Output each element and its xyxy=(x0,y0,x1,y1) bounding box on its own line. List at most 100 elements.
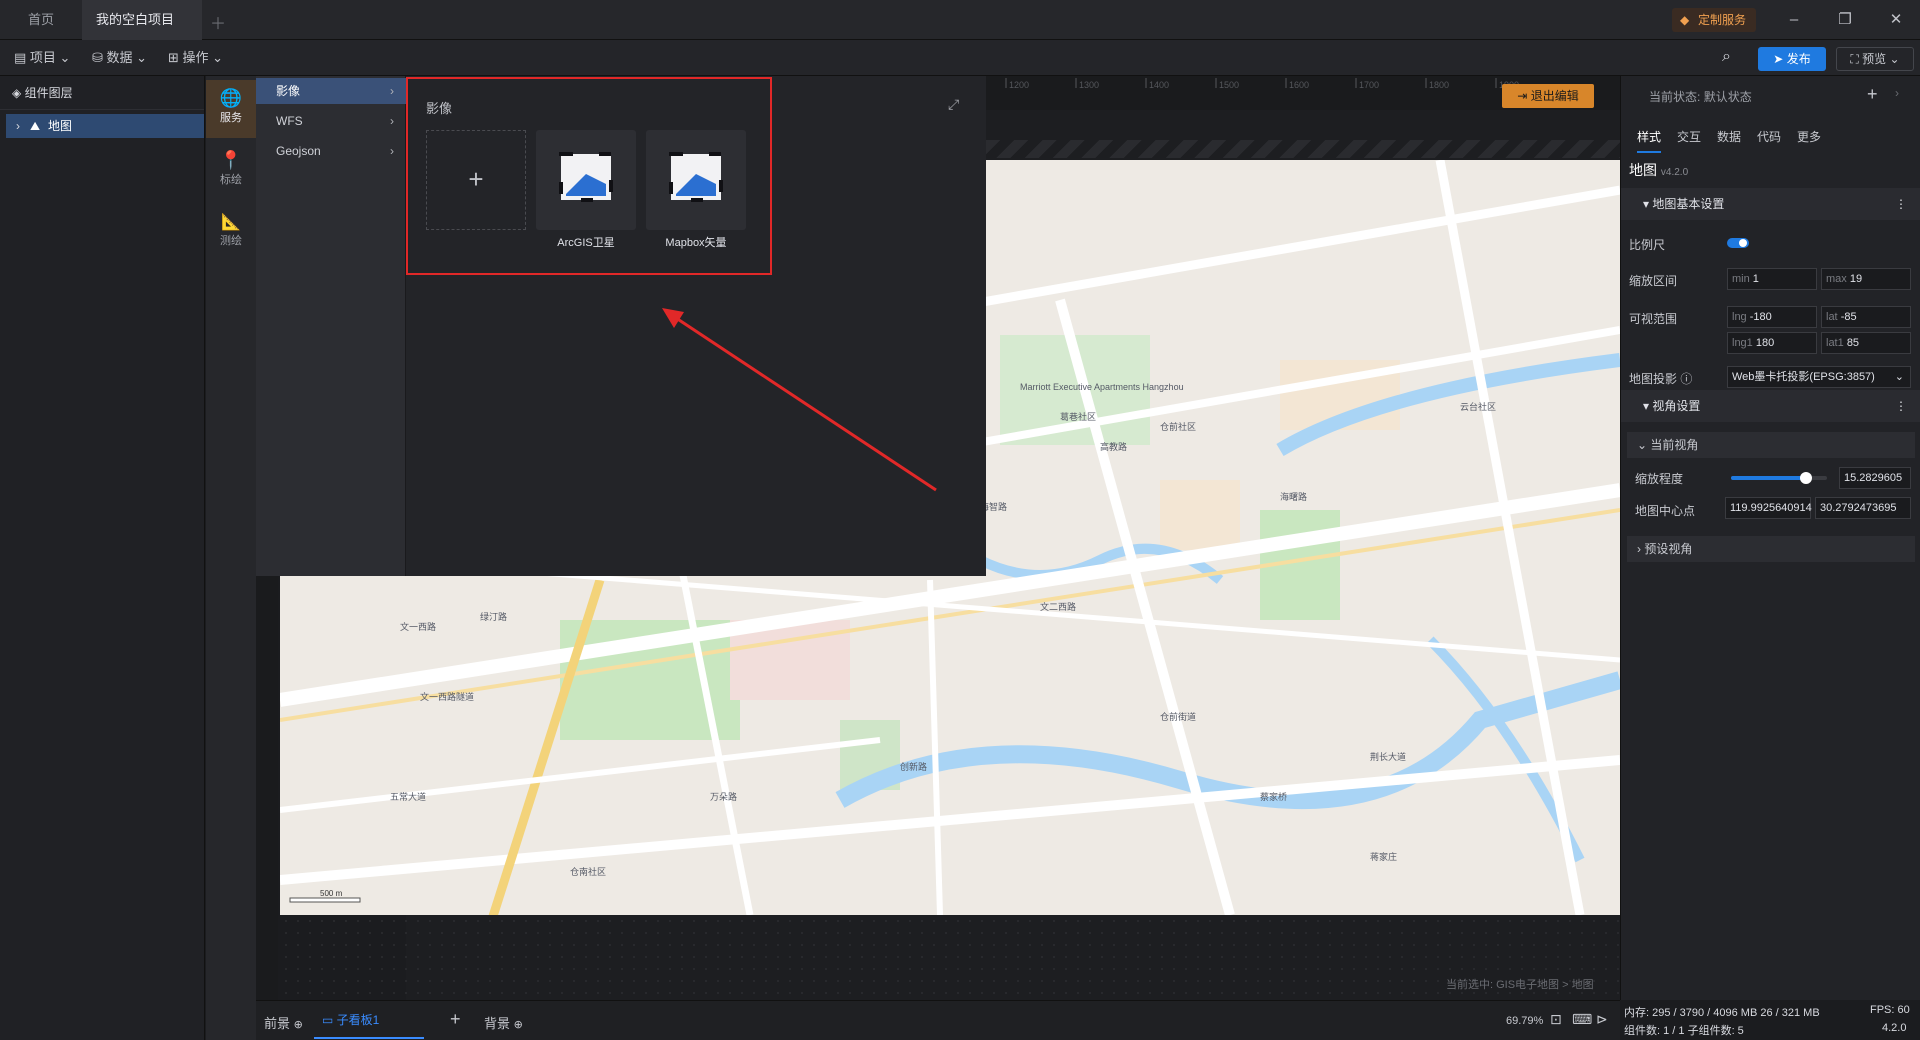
layer-item-label: 地图 xyxy=(48,119,73,133)
publish-button[interactable]: ➤ 发布 xyxy=(1758,47,1826,71)
collapse-icon[interactable]: › xyxy=(1895,86,1899,100)
tool-survey[interactable]: 📐 测绘 xyxy=(206,204,256,262)
terminal-icon[interactable]: ⊳ xyxy=(1596,1011,1608,1028)
menu-label: 数据 xyxy=(106,50,133,65)
field-value: 180 xyxy=(1755,337,1775,349)
zoom-level-input[interactable]: 15.2829605 xyxy=(1839,467,1911,489)
left-ruler xyxy=(256,576,278,1000)
add-board-button[interactable]: + xyxy=(450,1009,461,1030)
field-prefix: max xyxy=(1826,273,1847,285)
foreground-tab[interactable]: 前景 ⊕ xyxy=(264,1013,303,1032)
expand-arrow-icon[interactable]: › xyxy=(16,114,20,138)
title-bar: 首页 我的空白项目 ＋ ◆ 定制服务 – ❐ ✕ xyxy=(0,0,1920,65)
tab-code[interactable]: 代码 xyxy=(1757,128,1781,145)
layer-panel-title: 组件图层 xyxy=(24,86,73,100)
section-title: 视角设置 xyxy=(1652,399,1701,413)
tab-data[interactable]: 数据 xyxy=(1717,128,1741,145)
add-circle-icon[interactable]: ⊕ xyxy=(294,1019,303,1031)
preview-button[interactable]: ⛶ 预览 ⌄ xyxy=(1836,47,1914,71)
tool-plot[interactable]: 📍 标绘 xyxy=(206,142,256,200)
tab-my-project[interactable]: 我的空白项目 xyxy=(82,0,202,65)
preview-label: 预览 xyxy=(1862,52,1887,66)
gift-icon: ◆ xyxy=(1680,13,1690,27)
zoom-slider[interactable] xyxy=(1731,472,1827,484)
menu-project[interactable]: ▤ 项目 ⌄ xyxy=(14,48,70,68)
selected-path: 当前选中: GIS电子地图 > 地图 xyxy=(1446,979,1594,991)
tab-label: 我的空白项目 xyxy=(96,12,175,27)
more-icon[interactable]: ⋮ xyxy=(1895,390,1907,422)
submenu-item-imagery[interactable]: 影像 › xyxy=(256,78,406,104)
canvas-grid xyxy=(280,915,1620,1000)
map-label: 文一西路隧道 xyxy=(420,691,474,702)
state-value[interactable]: 默认状态 xyxy=(1704,90,1752,104)
search-icon[interactable]: ⌕ xyxy=(1722,48,1731,66)
field-value: 1 xyxy=(1752,273,1759,285)
component-title: 地图 v4.2.0 xyxy=(1629,160,1688,180)
lng-field[interactable]: lng -180 xyxy=(1727,306,1817,328)
ruler-tick-label: 1200 xyxy=(1009,80,1029,90)
new-tab-icon[interactable]: ＋ xyxy=(210,10,226,34)
restore-icon[interactable]: ❐ xyxy=(1833,8,1857,32)
lat1-field[interactable]: lat1 85 xyxy=(1821,332,1911,354)
layer-panel-header: ◈ 组件图层 xyxy=(0,76,204,110)
layer-panel: ◈ 组件图层 › ⛰ 地图 xyxy=(0,76,205,1040)
chevron-right-icon: › xyxy=(390,144,394,158)
more-icon[interactable]: ⋮ xyxy=(1895,188,1907,220)
field-value: -180 xyxy=(1749,311,1772,323)
zoom-max-field[interactable]: max 19 xyxy=(1821,268,1911,290)
map-scale-label: 500 m xyxy=(320,889,343,898)
background-tab[interactable]: 背景 ⊕ xyxy=(484,1013,523,1032)
field-value: -85 xyxy=(1840,311,1857,323)
field-value: 15.2829605 xyxy=(1844,472,1903,484)
fit-screen-icon[interactable]: ⊡ xyxy=(1550,1011,1562,1028)
map-label: 仓前社区 xyxy=(1160,421,1196,432)
add-state-icon[interactable]: + xyxy=(1867,84,1878,105)
lat-field[interactable]: lat -85 xyxy=(1821,306,1911,328)
map-label: 葛巷社区 xyxy=(1060,411,1096,422)
zoom-min-field[interactable]: min 1 xyxy=(1727,268,1817,290)
ruler-tick-label: 1700 xyxy=(1359,80,1379,90)
help-icon[interactable]: ⓘ xyxy=(1680,372,1692,386)
zoom-percent[interactable]: 69.79% xyxy=(1506,1015,1543,1027)
custom-service-button[interactable]: ◆ 定制服务 xyxy=(1672,8,1757,32)
scale-toggle[interactable] xyxy=(1727,238,1749,248)
expand-icon[interactable]: ⤢ xyxy=(948,96,959,113)
center-lat-input[interactable]: 30.2792473695 xyxy=(1815,497,1911,519)
submenu-item-geojson[interactable]: Geojson › xyxy=(256,138,406,164)
ruler-tick-label: 1600 xyxy=(1289,80,1309,90)
tab-interaction[interactable]: 交互 xyxy=(1677,128,1701,145)
menu-data[interactable]: ⛁ 数据 ⌄ xyxy=(92,48,147,68)
tool-label: 服务 xyxy=(220,112,242,124)
tab-more[interactable]: 更多 xyxy=(1797,128,1821,145)
tab-home[interactable]: 首页 xyxy=(14,0,68,40)
panel-tabs: 样式 交互 数据 代码 更多 xyxy=(1637,128,1917,153)
tool-service[interactable]: 🌐 服务 xyxy=(206,80,256,138)
keyboard-icon[interactable]: ⌨ xyxy=(1572,1011,1592,1028)
tab-style[interactable]: 样式 xyxy=(1637,128,1662,153)
close-icon[interactable]: ✕ xyxy=(1884,8,1908,32)
exit-edit-label: 退出编辑 xyxy=(1530,89,1579,103)
menu-operate[interactable]: ⊞ 操作 ⌄ xyxy=(168,48,223,68)
section-title: 地图基本设置 xyxy=(1652,197,1725,211)
slider-knob[interactable] xyxy=(1799,472,1812,484)
tab-label: 前景 xyxy=(264,1016,291,1031)
subsection-title: 当前视角 xyxy=(1650,438,1699,452)
subboard-tab[interactable]: ▭ 子看板1 xyxy=(314,1001,424,1039)
minimize-icon[interactable]: – xyxy=(1782,8,1806,32)
add-circle-icon[interactable]: ⊕ xyxy=(514,1019,523,1031)
section-basic-settings[interactable]: ▾ 地图基本设置 ⋮ xyxy=(1621,188,1920,220)
section-view-settings[interactable]: ▾ 视角设置 ⋮ xyxy=(1621,390,1920,422)
exit-edit-button[interactable]: ⇥ 退出编辑 xyxy=(1502,84,1594,108)
chevron-right-icon: › xyxy=(390,84,394,98)
center-lng-input[interactable]: 119.9925640914 xyxy=(1725,497,1812,519)
preset-view-header[interactable]: › 预设视角 xyxy=(1627,536,1915,562)
hatched-border xyxy=(986,140,1620,158)
current-view-header[interactable]: ⌄ 当前视角 xyxy=(1627,432,1915,458)
projection-select[interactable]: Web墨卡托投影(EPSG:3857) ⌄ xyxy=(1727,366,1911,388)
ruler-tick-label: 1800 xyxy=(1429,80,1449,90)
menu-label: 操作 xyxy=(182,50,209,65)
submenu-item-wfs[interactable]: WFS › xyxy=(256,108,406,134)
lng1-field[interactable]: lng1 180 xyxy=(1727,332,1817,354)
map-label: 仓南社区 xyxy=(570,866,606,877)
layer-item-map[interactable]: › ⛰ 地图 xyxy=(6,114,204,138)
